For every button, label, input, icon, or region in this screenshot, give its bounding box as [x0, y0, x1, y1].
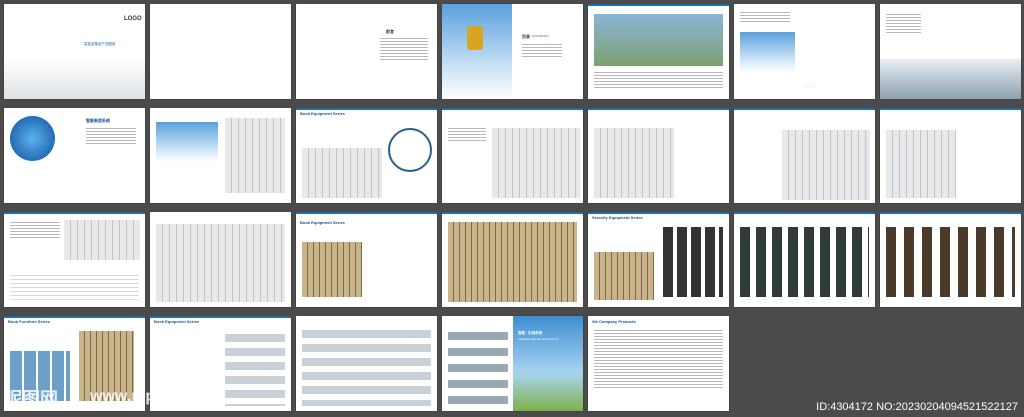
page-eagle: · · · · ·	[734, 4, 875, 99]
contents-heading: 目录	[522, 34, 530, 39]
shelf-photo	[782, 130, 870, 200]
archive-photo	[225, 118, 285, 193]
mountain-image	[880, 59, 1021, 99]
eagle-image	[740, 32, 795, 72]
globe-icon	[10, 116, 55, 161]
cover-logo: LOGO	[124, 16, 142, 22]
shelf-photo	[594, 128, 674, 198]
page-cover: LOGO 智能密集架产品图册	[4, 4, 145, 99]
page-foreword: 前言	[296, 4, 437, 99]
page-mountain	[880, 4, 1021, 99]
image-id: ID:4304172 NO:20230204094521522127	[816, 401, 1018, 413]
page-specs	[4, 212, 145, 307]
diagram-circle	[388, 128, 432, 172]
page-shelves-5	[150, 212, 291, 307]
shelf-photo	[886, 130, 956, 198]
furniture-photo	[448, 222, 577, 302]
page-equipment-series: Book Equipment Series	[296, 108, 437, 203]
page-security: Security Equipment Series	[588, 212, 729, 307]
factory-aerial-image	[594, 14, 723, 66]
poster-sub: Integrate with the environment	[518, 337, 559, 341]
watermark-url: www.nipic.com	[90, 388, 206, 405]
page-furniture	[442, 212, 583, 307]
poster-title: 智能 · 引领未来	[518, 331, 543, 335]
page-company: We Company Products	[588, 316, 729, 411]
page-vehicles-2	[296, 316, 437, 411]
page-blank	[150, 4, 291, 99]
series-heading: Book Equipment Series	[300, 111, 345, 116]
desk-photo	[594, 252, 654, 300]
page-contents: 目录 CONTENTS	[442, 4, 583, 99]
shelf-grid-photo	[156, 224, 285, 302]
safe-photos	[663, 227, 723, 297]
vehicle-photos	[302, 324, 431, 406]
mobile-shelf-image	[64, 220, 140, 260]
spec-table	[10, 272, 139, 302]
shelf-photo	[492, 128, 580, 198]
page-shelves-1	[442, 108, 583, 203]
sky-image	[156, 122, 218, 162]
cabinet-photos	[740, 227, 869, 297]
watermark-brand: 昵图网	[4, 389, 58, 409]
contents-sub: CONTENTS	[532, 34, 549, 38]
company-heading: We Company Products	[592, 319, 636, 324]
page-globe: 智能制造系统	[4, 108, 145, 203]
system-heading: 智能制造系统	[86, 118, 110, 123]
page-cabinets	[734, 212, 875, 307]
library-photo	[302, 242, 362, 297]
page-sky-archive	[150, 108, 291, 203]
vehicles-heading: Book Equipment Series	[154, 319, 199, 324]
foreword-heading: 前言	[386, 29, 394, 34]
trophy-icon	[467, 26, 483, 50]
vehicle-photos	[225, 328, 285, 406]
trophy-image	[442, 4, 512, 99]
page-shelves-4	[880, 108, 1021, 203]
safe-photos	[886, 227, 1015, 297]
page-book-series: Book Equipment Series	[296, 212, 437, 307]
book-furniture-heading: Book Furniture Series	[8, 319, 50, 324]
security-heading: Security Equipment Series	[592, 215, 643, 220]
city-skyline-image	[4, 59, 145, 99]
page-poster: 智能 · 引领未来 Integrate with the environment	[442, 316, 583, 411]
shelf-photo	[302, 148, 382, 198]
book-series-heading: Book Equipment Series	[300, 220, 345, 225]
page-factory	[588, 4, 729, 99]
page-safes	[880, 212, 1021, 307]
cover-title: 智能密集架产品图册	[84, 42, 116, 46]
page-shelves-3	[734, 108, 875, 203]
page-shelves-2	[588, 108, 729, 203]
building-photos	[448, 324, 508, 406]
